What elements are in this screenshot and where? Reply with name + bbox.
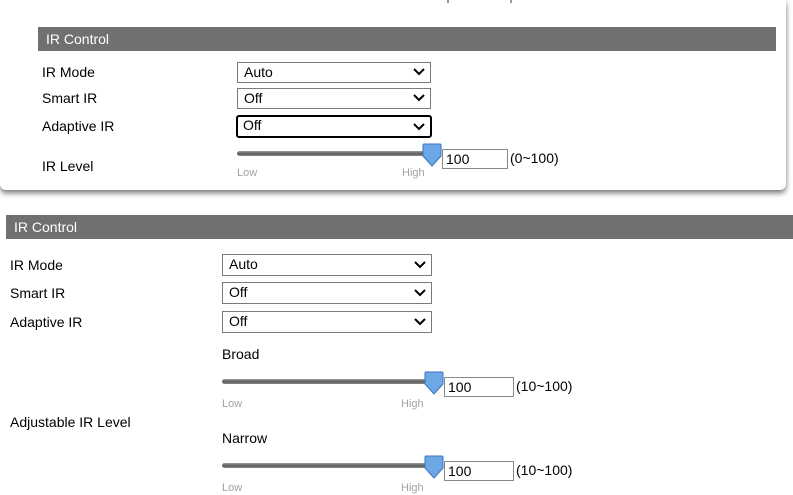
adjustable-ir-level-label: Adjustable IR Level xyxy=(10,414,131,430)
chevron-down-icon xyxy=(414,318,426,326)
low-tick-label: Low xyxy=(222,482,243,494)
divider-mark xyxy=(447,0,449,3)
narrow-label: Narrow xyxy=(222,430,268,446)
ir-level-slider-track[interactable] xyxy=(237,151,432,156)
divider-mark xyxy=(510,0,512,3)
smart-ir-value: Off xyxy=(229,284,248,300)
ir-mode-label: IR Mode xyxy=(10,257,63,273)
adaptive-ir-label: Adaptive IR xyxy=(42,118,115,134)
high-tick-label: High xyxy=(401,482,424,494)
broad-level-range: (10~100) xyxy=(516,378,573,394)
chevron-down-icon xyxy=(414,289,426,297)
adaptive-ir-select[interactable]: Off xyxy=(236,115,432,138)
broad-label: Broad xyxy=(222,346,260,362)
slider-thumb-icon[interactable] xyxy=(424,371,444,395)
smart-ir-label: Smart IR xyxy=(42,90,98,106)
low-tick-label: Low xyxy=(237,167,258,179)
ir-mode-value: Auto xyxy=(229,256,258,272)
chevron-down-icon xyxy=(413,94,425,102)
ir-mode-select[interactable]: Auto xyxy=(222,254,432,276)
ir-mode-select[interactable]: Auto xyxy=(237,62,431,83)
high-tick-label: High xyxy=(401,398,424,410)
broad-slider-track[interactable] xyxy=(222,379,432,384)
section-header: IR Control xyxy=(6,215,793,239)
smart-ir-value: Off xyxy=(244,90,263,106)
smart-ir-select[interactable]: Off xyxy=(222,282,432,304)
section-header: IR Control xyxy=(38,27,776,51)
ir-level-range: (0~100) xyxy=(510,150,559,166)
chevron-down-icon xyxy=(413,123,425,131)
adaptive-ir-value: Off xyxy=(243,117,262,133)
broad-level-input[interactable]: 100 xyxy=(444,377,514,397)
ir-level-input[interactable]: 100 xyxy=(442,149,508,169)
ir-control-panel-top: IR Control IR Mode Auto Smart IR Off Ada… xyxy=(0,0,786,190)
ir-mode-value: Auto xyxy=(244,64,273,80)
low-tick-label: Low xyxy=(222,398,243,410)
adaptive-ir-value: Off xyxy=(229,313,248,329)
ir-control-panel-bottom: IR Control IR Mode Auto Smart IR Off Ada… xyxy=(0,212,793,494)
high-tick-label: High xyxy=(402,167,425,179)
ir-mode-label: IR Mode xyxy=(42,64,95,80)
slider-thumb-icon[interactable] xyxy=(424,455,444,479)
adaptive-ir-select[interactable]: Off xyxy=(222,311,432,333)
adaptive-ir-label: Adaptive IR xyxy=(10,314,83,330)
slider-thumb-icon[interactable] xyxy=(422,143,442,167)
narrow-slider-track[interactable] xyxy=(222,463,432,468)
chevron-down-icon xyxy=(413,68,425,76)
ir-level-label: IR Level xyxy=(42,158,94,174)
smart-ir-select[interactable]: Off xyxy=(237,88,431,109)
narrow-level-input[interactable]: 100 xyxy=(444,461,514,481)
smart-ir-label: Smart IR xyxy=(10,285,66,301)
narrow-level-range: (10~100) xyxy=(516,462,573,478)
chevron-down-icon xyxy=(414,261,426,269)
